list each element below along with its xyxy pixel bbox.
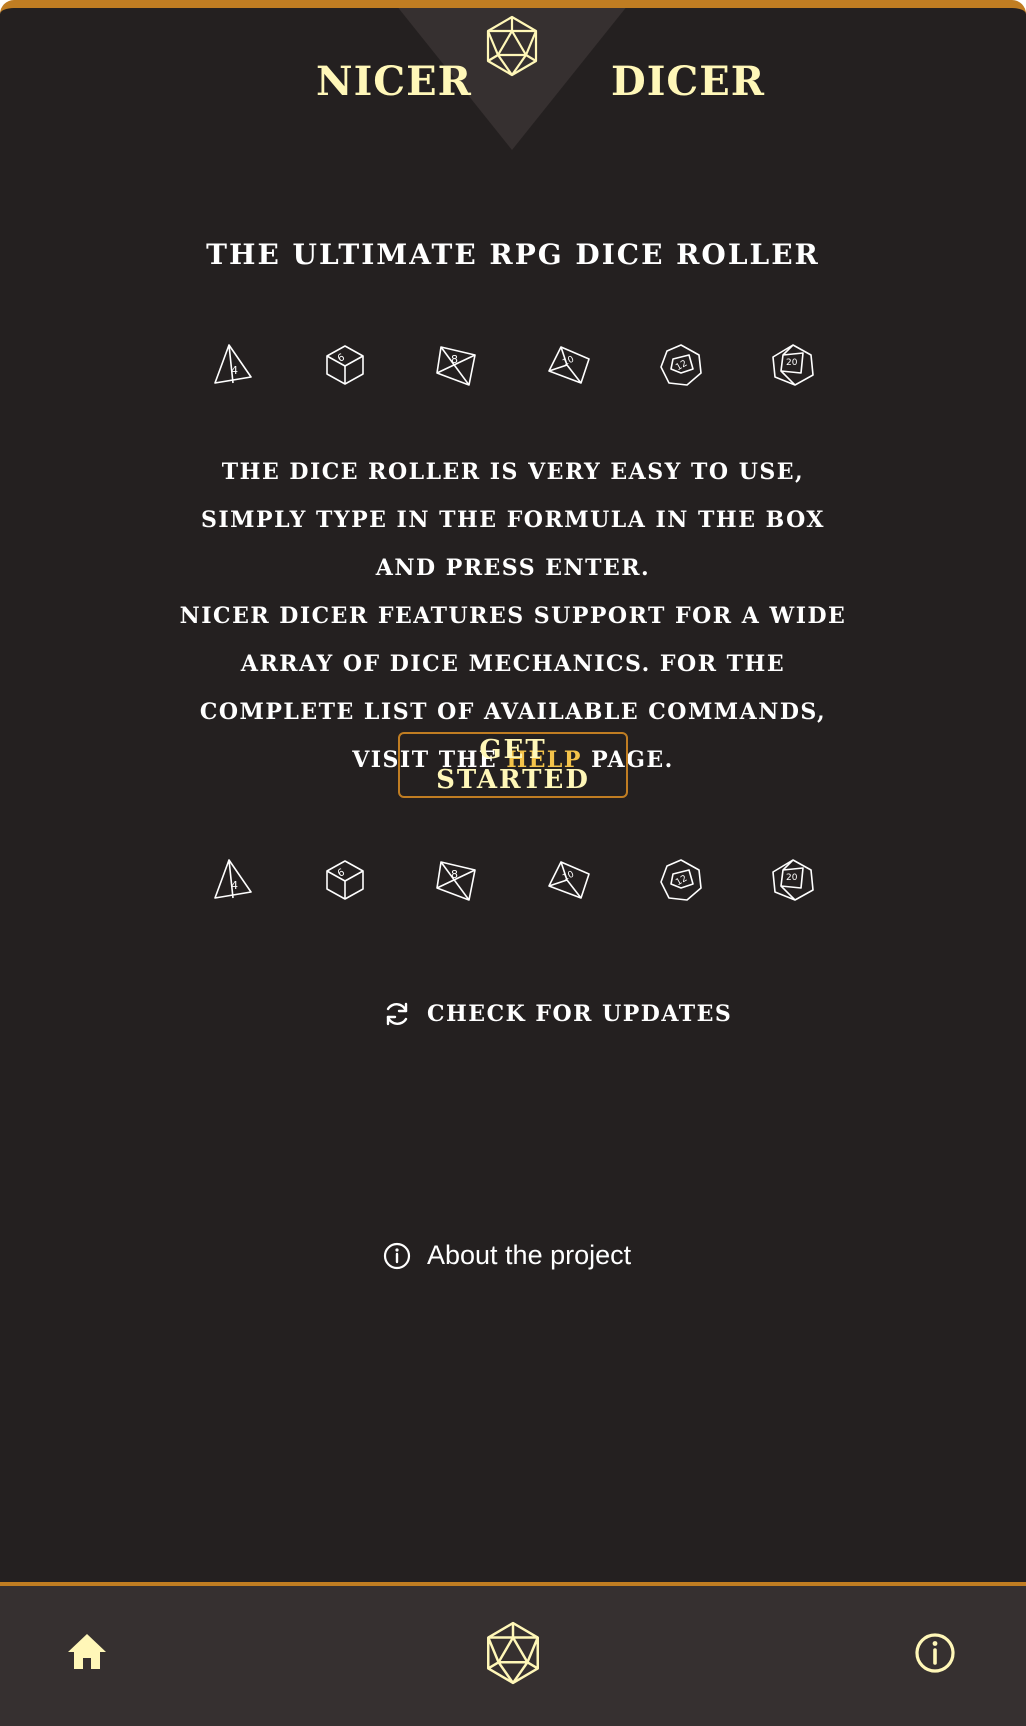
die-label: 4	[231, 364, 238, 377]
d8-icon[interactable]: 8	[435, 343, 479, 387]
die-label: 6	[336, 867, 347, 880]
die-label: 4	[231, 879, 238, 892]
die-label: 6	[336, 352, 347, 365]
d20-icon[interactable]: 20	[771, 343, 815, 387]
d6-icon[interactable]: 6	[323, 343, 367, 387]
d20-icon[interactable]: 20	[771, 858, 815, 902]
d10-icon[interactable]: 10	[547, 343, 591, 387]
bottom-nav	[0, 1582, 1026, 1726]
about-project-label: About the project	[427, 1240, 632, 1270]
check-for-updates-label: CHECK FOR UPDATES	[427, 1001, 733, 1027]
dice-row-bottom: 4 6 8 10 12 20	[0, 858, 1026, 902]
die-label: 8	[451, 868, 458, 881]
die-label: 20	[786, 358, 798, 368]
tagline: THE ULTIMATE RPG DICE ROLLER	[206, 238, 820, 271]
d20-icon[interactable]	[483, 1620, 543, 1686]
die-label: 8	[451, 353, 458, 366]
get-started-button[interactable]: GET STARTED	[398, 732, 628, 798]
home-icon[interactable]	[66, 1632, 108, 1672]
description-line-1: The dice roller is very easy to use, sim…	[201, 459, 825, 581]
die-label: 20	[786, 873, 798, 883]
d4-icon[interactable]: 4	[211, 343, 255, 387]
brand-right: DICER	[611, 58, 765, 105]
d4-icon[interactable]: 4	[211, 858, 255, 902]
d10-icon[interactable]: 10	[547, 858, 591, 902]
d20-icon[interactable]	[484, 14, 540, 78]
refresh-icon	[386, 1002, 408, 1026]
d12-icon[interactable]: 12	[659, 343, 703, 387]
dice-row-top: 4 6 8 10 12 20	[0, 343, 1026, 387]
check-for-updates-link[interactable]: CHECK FOR UPDATES	[383, 1000, 732, 1028]
d12-icon[interactable]: 12	[659, 858, 703, 902]
header: NICER DICER	[0, 8, 1026, 160]
d6-icon[interactable]: 6	[323, 858, 367, 902]
info-icon[interactable]	[914, 1632, 956, 1674]
about-project-link[interactable]: About the project	[383, 1240, 631, 1271]
d8-icon[interactable]: 8	[435, 858, 479, 902]
app-screen: NICER DICER THE ULTIMATE RPG DICE ROLLER…	[0, 0, 1026, 1726]
brand-left: NICER	[316, 58, 472, 105]
info-icon	[383, 1242, 411, 1269]
